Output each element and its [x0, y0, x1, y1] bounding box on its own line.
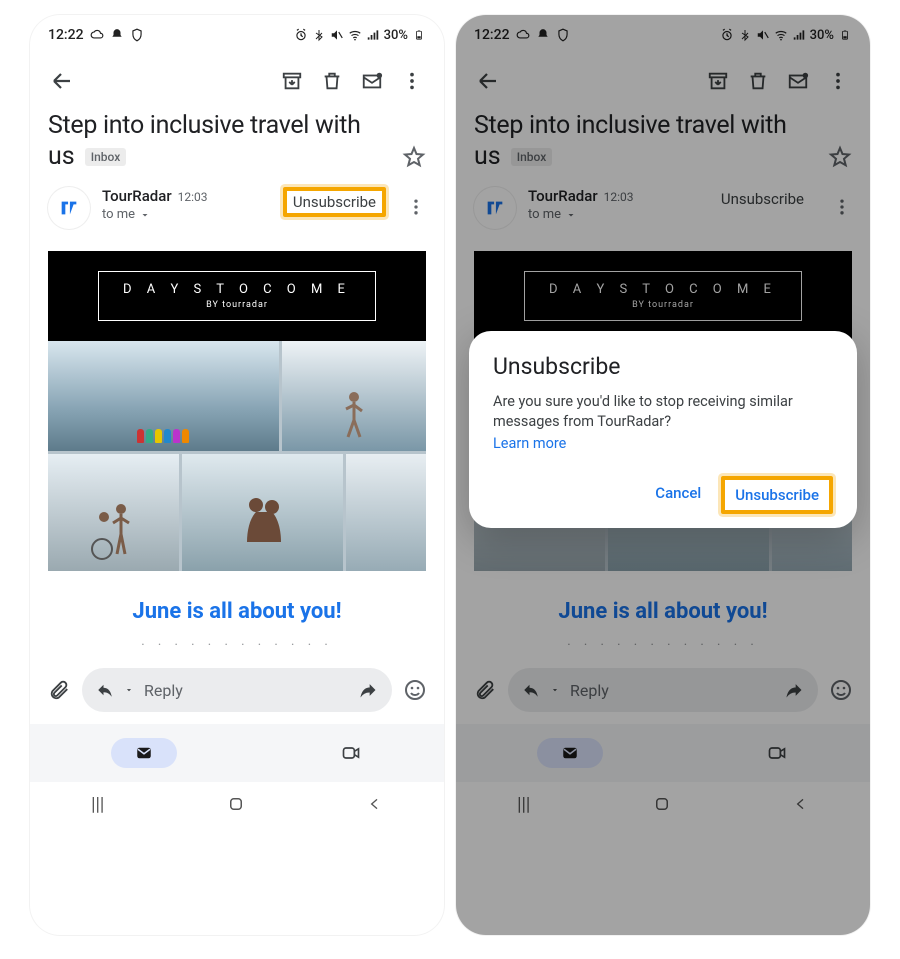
shield-icon — [130, 28, 144, 42]
star-button[interactable] — [402, 145, 426, 169]
email-hero-banner: D A Y S T O C O M E BY tourradar — [48, 251, 426, 341]
email-body-preview: . . . . . . . . . . . . — [48, 634, 426, 658]
sys-home[interactable] — [227, 795, 245, 813]
message-more-button[interactable] — [402, 187, 430, 227]
system-nav: ||| — [30, 782, 444, 826]
status-time: 12:22 — [48, 27, 84, 43]
emoji-button[interactable] — [402, 678, 428, 702]
archive-button[interactable] — [272, 61, 312, 101]
mute-icon — [330, 28, 344, 42]
attach-button[interactable] — [46, 679, 72, 701]
hero-subtitle: BY tourradar — [123, 300, 351, 310]
reply-icon — [96, 681, 114, 699]
sender-avatar[interactable] — [48, 187, 90, 229]
email-body: D A Y S T O C O M E BY tourradar June is… — [48, 251, 426, 658]
nav-mail-button[interactable] — [111, 738, 177, 768]
mark-unread-button[interactable] — [352, 61, 392, 101]
reply-pill[interactable]: Reply — [82, 668, 392, 712]
dialog-body: Are you sure you'd like to stop receivin… — [493, 392, 833, 431]
confirm-unsubscribe-button[interactable]: Unsubscribe — [721, 476, 833, 514]
wifi-icon — [348, 28, 362, 42]
alarm-icon — [294, 28, 308, 42]
sys-recent[interactable]: ||| — [91, 794, 104, 815]
unsubscribe-link[interactable]: Unsubscribe — [283, 187, 386, 217]
subject-text-line1: Step into inclusive travel with — [48, 111, 361, 140]
bell-icon — [110, 28, 124, 42]
sent-time: 12:03 — [178, 190, 208, 204]
hero-title: D A Y S T O C O M E — [123, 282, 351, 297]
sys-back[interactable] — [367, 796, 383, 812]
to-label: to me — [102, 207, 135, 222]
recipient-dropdown[interactable]: to me — [102, 207, 271, 222]
chevron-down-icon — [139, 209, 151, 221]
sender-row: TourRadar 12:03 to me Unsubscribe — [30, 181, 444, 233]
email-image-gallery — [48, 341, 426, 571]
delete-button[interactable] — [312, 61, 352, 101]
folder-chip[interactable]: Inbox — [85, 148, 127, 166]
email-subject: Step into inclusive travel with — [30, 107, 444, 142]
signal-icon — [366, 28, 380, 42]
status-bar: 12:22 30% — [30, 15, 444, 49]
phone-screenshot-step2: 12:22 30% Step into — [456, 15, 870, 935]
learn-more-link[interactable]: Learn more — [493, 435, 566, 452]
reply-placeholder: Reply — [144, 681, 348, 700]
subject-text-line2: us — [48, 142, 75, 171]
battery-percent: 30% — [384, 28, 408, 43]
reply-bar: Reply — [30, 658, 444, 718]
back-button[interactable] — [42, 61, 82, 101]
email-headline: June is all about you! — [48, 571, 426, 634]
email-subject-row2: us Inbox — [30, 142, 444, 181]
battery-icon — [412, 28, 426, 42]
cloud-icon — [90, 28, 104, 42]
bottom-nav — [30, 724, 444, 782]
chevron-down-icon — [124, 685, 134, 695]
bluetooth-icon — [312, 28, 326, 42]
cancel-button[interactable]: Cancel — [643, 476, 713, 514]
unsubscribe-dialog: Unsubscribe Are you sure you'd like to s… — [469, 331, 857, 528]
phone-screenshot-step1: 12:22 30% Step into — [30, 15, 444, 935]
dialog-title: Unsubscribe — [493, 353, 833, 380]
nav-meet-button[interactable] — [338, 743, 364, 763]
more-options-button[interactable] — [392, 61, 432, 101]
app-toolbar — [30, 49, 444, 107]
sender-name: TourRadar — [102, 187, 172, 205]
forward-icon[interactable] — [358, 680, 378, 700]
